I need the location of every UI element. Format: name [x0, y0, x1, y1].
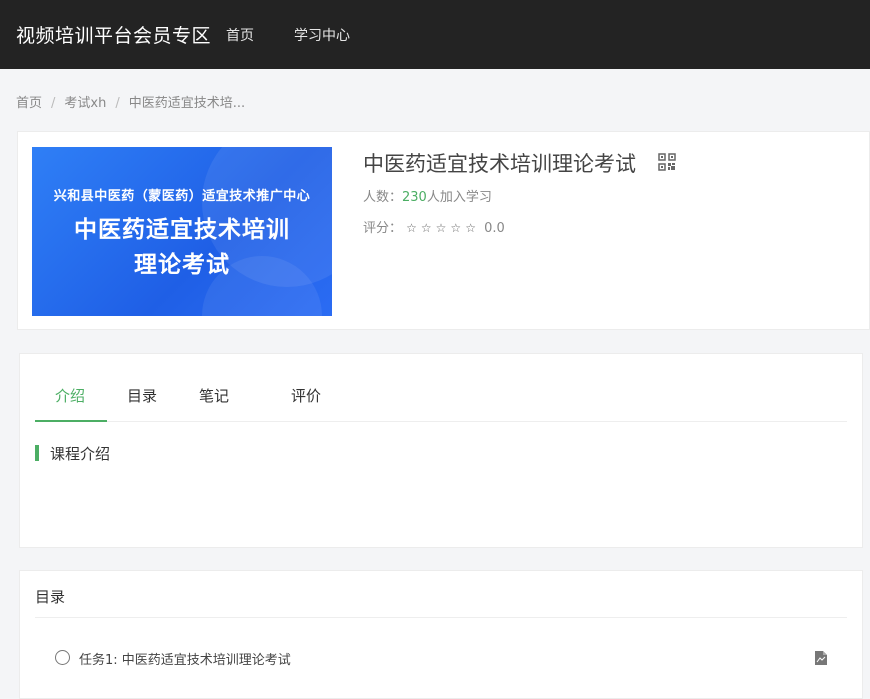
course-tabs-panel: 介绍 目录 笔记 评价 课程介绍: [19, 353, 863, 548]
cover-org-text: 兴和县中医药（蒙医药）适宜技术推广中心: [53, 189, 311, 204]
section-title: 课程介绍: [50, 445, 111, 463]
nav-learning-center[interactable]: 学习中心: [294, 25, 350, 45]
cover-title-line1: 中医药适宜技术培训: [74, 217, 290, 243]
task-item[interactable]: 任务1: 中医药适宜技术培训理论考试: [35, 643, 847, 673]
cover-title-line2: 理论考试: [134, 252, 230, 278]
tab-notes[interactable]: 笔记: [199, 385, 229, 406]
learners-label: 人数：: [363, 190, 403, 205]
learners-row: 人数：230人加入学习: [363, 186, 492, 205]
rating-stars: ☆☆☆☆☆: [406, 221, 480, 235]
site-brand[interactable]: 视频培训平台会员专区: [16, 21, 211, 48]
catalog-divider: [35, 617, 847, 618]
rating-value: 0.0: [484, 221, 505, 236]
nav-home[interactable]: 首页: [226, 25, 254, 45]
catalog-title: 目录: [35, 588, 66, 606]
course-info-card: 兴和县中医药（蒙医药）适宜技术推广中心 中医药适宜技术培训 理论考试 中医药适宜…: [17, 131, 870, 330]
course-title: 中医药适宜技术培训理论考试: [363, 152, 636, 176]
tab-catalog[interactable]: 目录: [127, 385, 157, 406]
learners-count: 230: [402, 190, 427, 205]
course-cover-image: 兴和县中医药（蒙医药）适宜技术推广中心 中医药适宜技术培训 理论考试: [32, 147, 332, 316]
document-icon[interactable]: [815, 651, 827, 665]
task-label[interactable]: 任务1: 中医药适宜技术培训理论考试: [79, 649, 291, 668]
breadcrumb-current: 中医药适宜技术培...: [128, 96, 246, 111]
breadcrumb-category[interactable]: 考试xh: [64, 92, 106, 111]
tab-introduction[interactable]: 介绍: [55, 385, 85, 406]
section-marker: [35, 445, 39, 461]
learners-suffix: 人加入学习: [426, 190, 492, 205]
breadcrumb-separator: /: [51, 96, 56, 111]
breadcrumb-home[interactable]: 首页: [16, 92, 42, 111]
task-status-circle-icon: [55, 650, 70, 665]
rating-label: 评分：: [363, 221, 403, 236]
catalog-panel: 目录 任务1: 中医药适宜技术培训理论考试: [19, 570, 863, 699]
tabs-divider: [35, 421, 847, 422]
rating-row: 评分： ☆☆☆☆☆ 0.0: [363, 217, 505, 236]
top-navbar: 视频培训平台会员专区 首页 学习中心: [0, 0, 870, 69]
active-tab-indicator: [35, 420, 107, 422]
breadcrumb: 首页 / 考试xh / 中医药适宜技术培...: [16, 92, 245, 111]
tab-reviews[interactable]: 评价: [291, 385, 321, 406]
qrcode-icon[interactable]: [658, 153, 676, 171]
breadcrumb-separator: /: [115, 96, 120, 111]
